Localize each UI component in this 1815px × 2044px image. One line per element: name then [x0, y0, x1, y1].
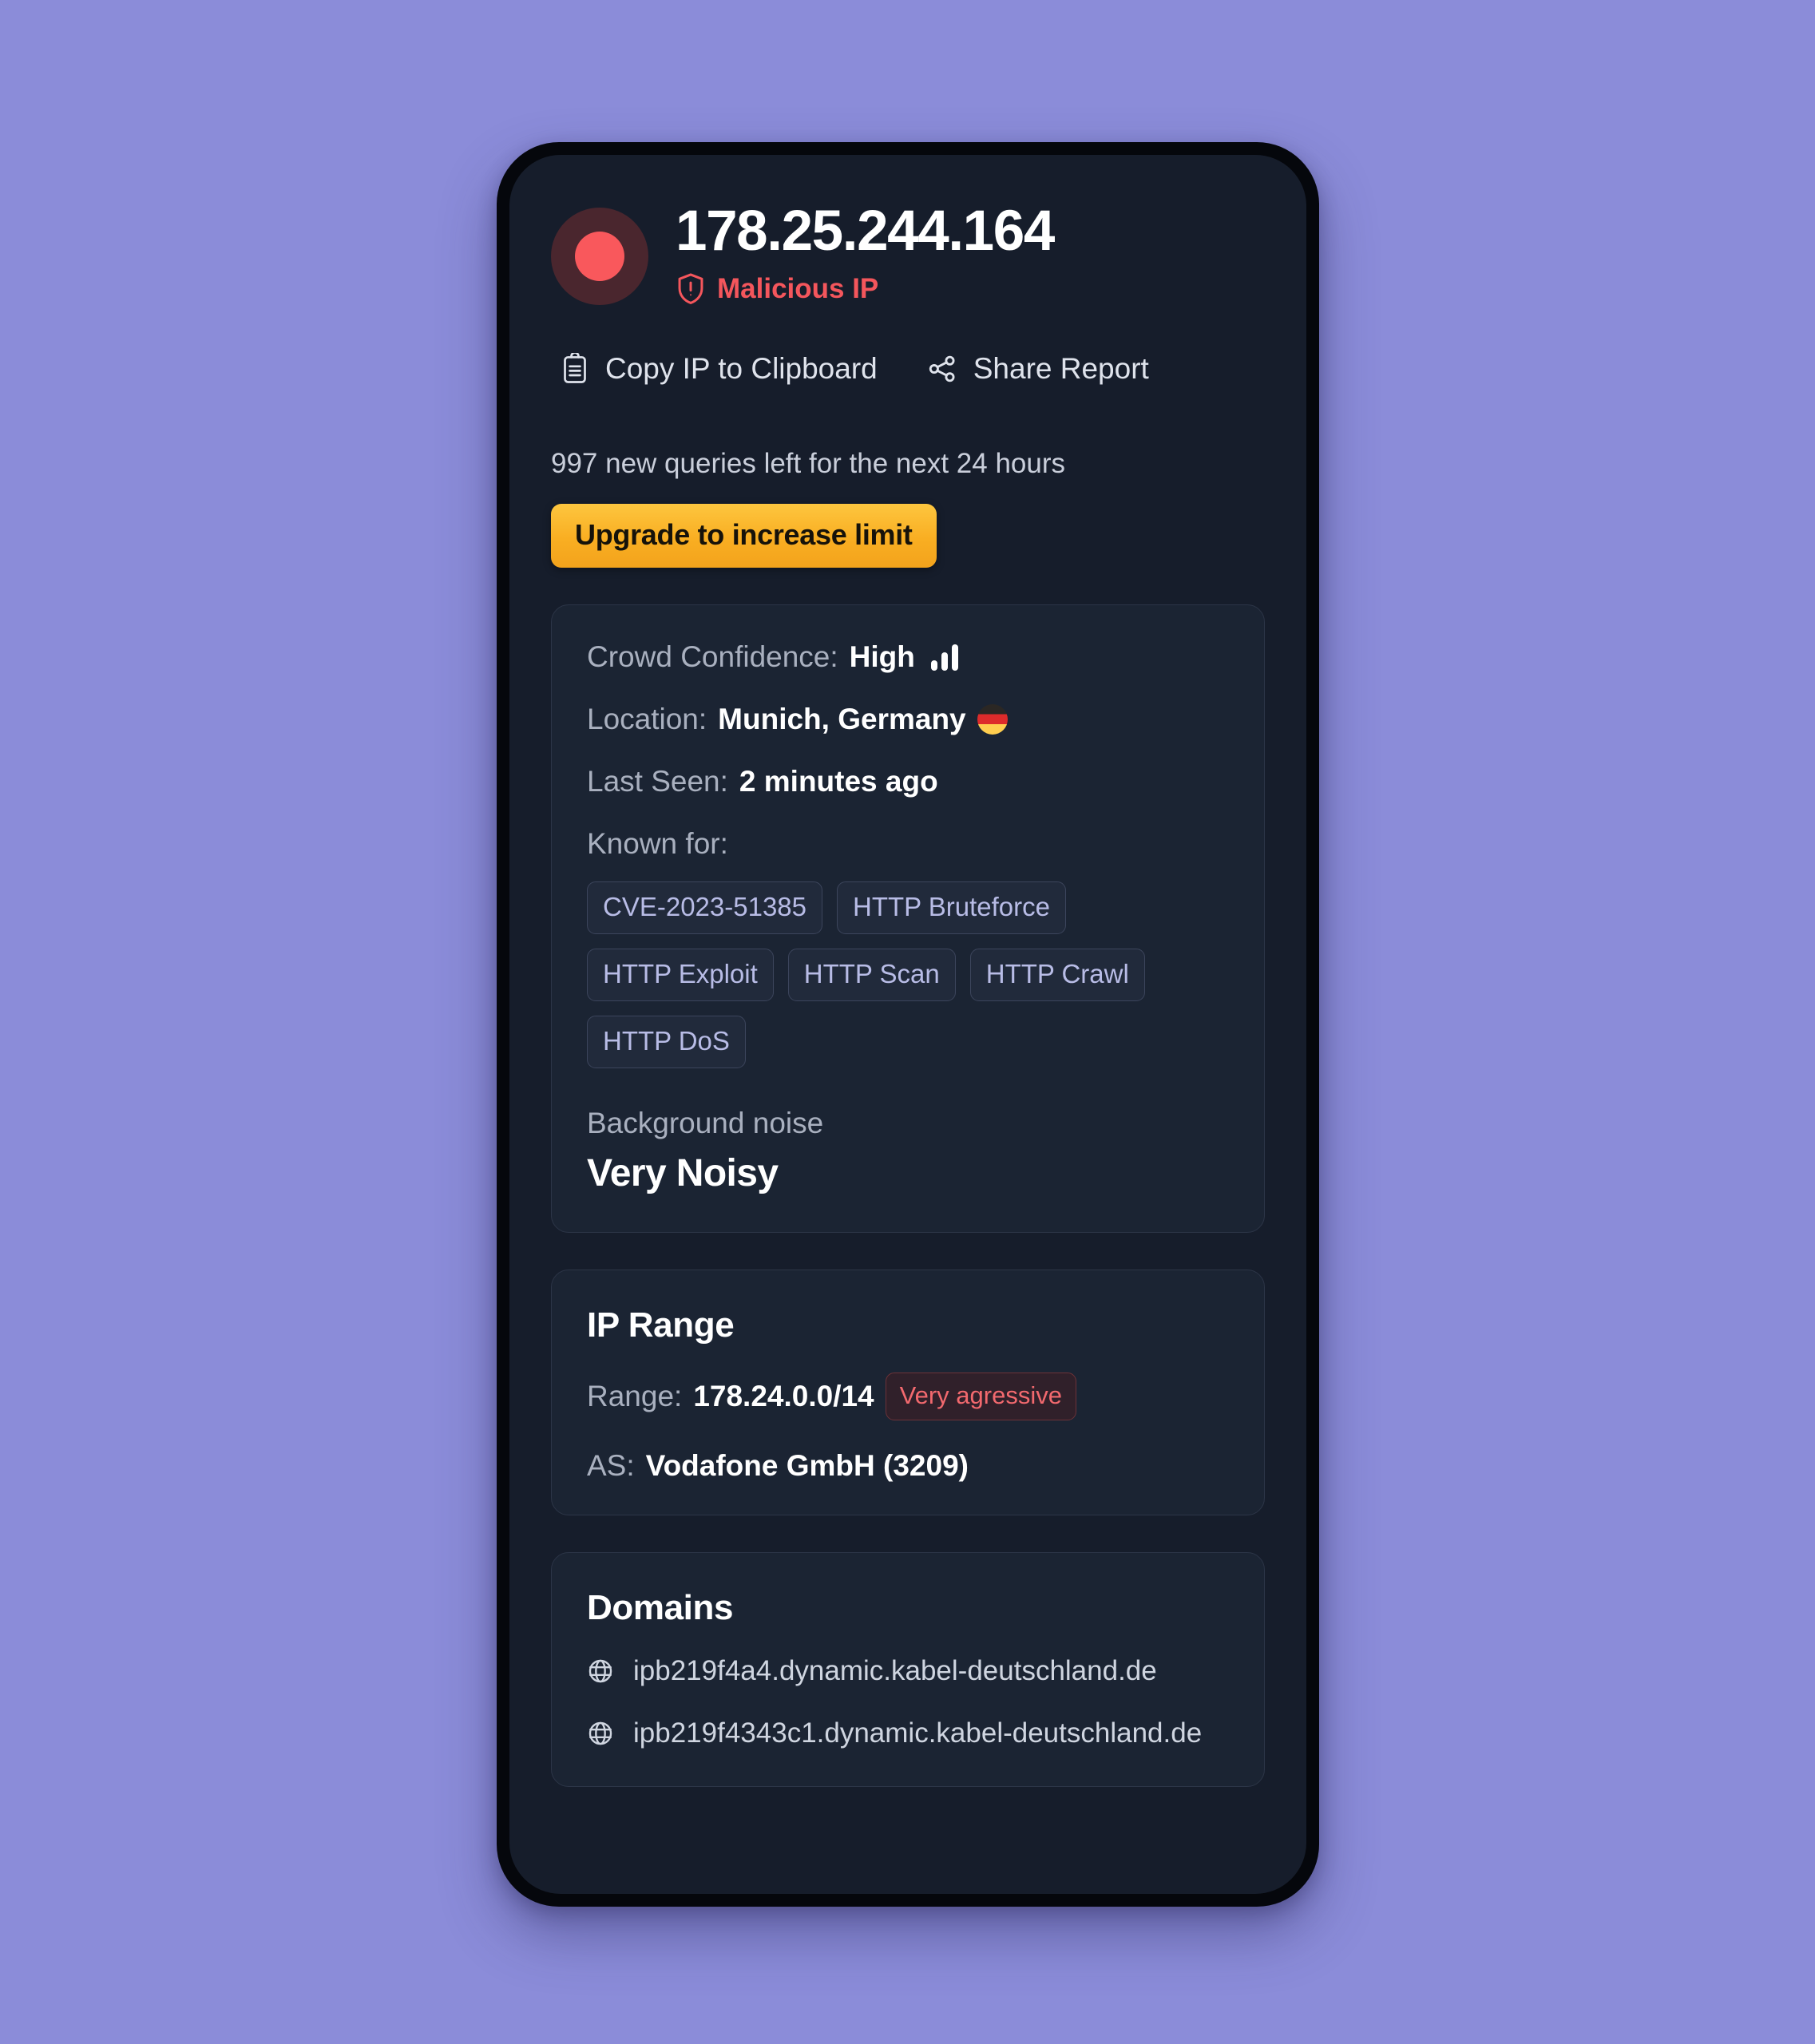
germany-flag-icon	[977, 704, 1008, 735]
domains-card: Domains ipb219f4a4.dynamic.kabel-deutsch…	[551, 1552, 1265, 1788]
crowd-confidence-row: Crowd Confidence: High	[587, 640, 1229, 674]
range-value: 178.24.0.0/14	[693, 1380, 874, 1413]
location-label: Location:	[587, 703, 707, 736]
share-report-label: Share Report	[973, 352, 1149, 386]
last-seen-row: Last Seen: 2 minutes ago	[587, 765, 1229, 798]
report-header: 178.25.244.164 Malicious IP	[551, 188, 1265, 306]
globe-icon	[587, 1720, 614, 1747]
crowd-confidence-value: High	[849, 640, 915, 674]
tag-item[interactable]: CVE-2023-51385	[587, 881, 823, 935]
domains-title: Domains	[587, 1588, 734, 1628]
share-icon	[927, 354, 957, 384]
shield-alert-icon	[676, 272, 706, 306]
domain-label: ipb219f4a4.dynamic.kabel-deutschland.de	[633, 1655, 1157, 1687]
location-row: Location: Munich, Germany	[587, 703, 1229, 736]
as-row: AS: Vodafone GmbH (3209)	[587, 1449, 1229, 1483]
domain-item[interactable]: ipb219f4343c1.dynamic.kabel-deutschland.…	[587, 1717, 1229, 1749]
details-card: Crowd Confidence: High Location: Munich,…	[551, 604, 1265, 1234]
status-dot-icon	[575, 232, 624, 281]
tag-item[interactable]: HTTP Exploit	[587, 949, 774, 1002]
globe-icon	[587, 1658, 614, 1685]
last-seen-value: 2 minutes ago	[739, 765, 938, 798]
as-label: AS:	[587, 1449, 635, 1483]
share-report-button[interactable]: Share Report	[927, 352, 1149, 386]
ip-range-card: IP Range Range: 178.24.0.0/14 Very agres…	[551, 1270, 1265, 1516]
copy-ip-button[interactable]: Copy IP to Clipboard	[561, 352, 878, 386]
as-value: Vodafone GmbH (3209)	[645, 1449, 969, 1483]
phone-screen: 178.25.244.164 Malicious IP Copy IP to C…	[509, 155, 1306, 1894]
tag-item[interactable]: HTTP Scan	[787, 949, 956, 1002]
aggressiveness-badge: Very agressive	[885, 1373, 1076, 1421]
page-background: 178.25.244.164 Malicious IP Copy IP to C…	[0, 0, 1815, 2044]
crowd-confidence-label: Crowd Confidence:	[587, 640, 838, 674]
background-noise-label: Background noise	[587, 1107, 824, 1140]
page-title: 178.25.244.164	[676, 200, 1055, 263]
known-for-tags: CVE-2023-51385 HTTP Bruteforce HTTP Expl…	[587, 881, 1146, 1069]
background-noise-value: Very Noisy	[587, 1152, 779, 1195]
range-label: Range:	[587, 1380, 683, 1413]
status-badge: Malicious IP	[676, 272, 1265, 306]
signal-bars-icon	[930, 644, 958, 671]
known-for-label: Known for:	[587, 827, 728, 861]
status-avatar	[551, 208, 648, 305]
last-seen-label: Last Seen:	[587, 765, 728, 798]
location-value: Munich, Germany	[718, 703, 966, 736]
copy-ip-label: Copy IP to Clipboard	[605, 352, 878, 386]
tag-item[interactable]: HTTP Crawl	[969, 949, 1145, 1002]
range-row: Range: 178.24.0.0/14 Very agressive	[587, 1373, 1229, 1421]
verdict-label: Malicious IP	[717, 273, 879, 305]
action-row: Copy IP to Clipboard Share Report	[551, 352, 1265, 386]
clipboard-icon	[561, 353, 589, 385]
quota-text: 997 new queries left for the next 24 hou…	[551, 448, 1066, 480]
domain-label: ipb219f4343c1.dynamic.kabel-deutschland.…	[633, 1717, 1203, 1749]
phone-mockup: 178.25.244.164 Malicious IP Copy IP to C…	[497, 142, 1319, 1907]
upgrade-button[interactable]: Upgrade to increase limit	[551, 504, 937, 568]
tag-item[interactable]: HTTP DoS	[587, 1016, 746, 1069]
tag-item[interactable]: HTTP Bruteforce	[837, 881, 1066, 935]
ip-range-title: IP Range	[587, 1305, 735, 1345]
domain-item[interactable]: ipb219f4a4.dynamic.kabel-deutschland.de	[587, 1655, 1229, 1687]
